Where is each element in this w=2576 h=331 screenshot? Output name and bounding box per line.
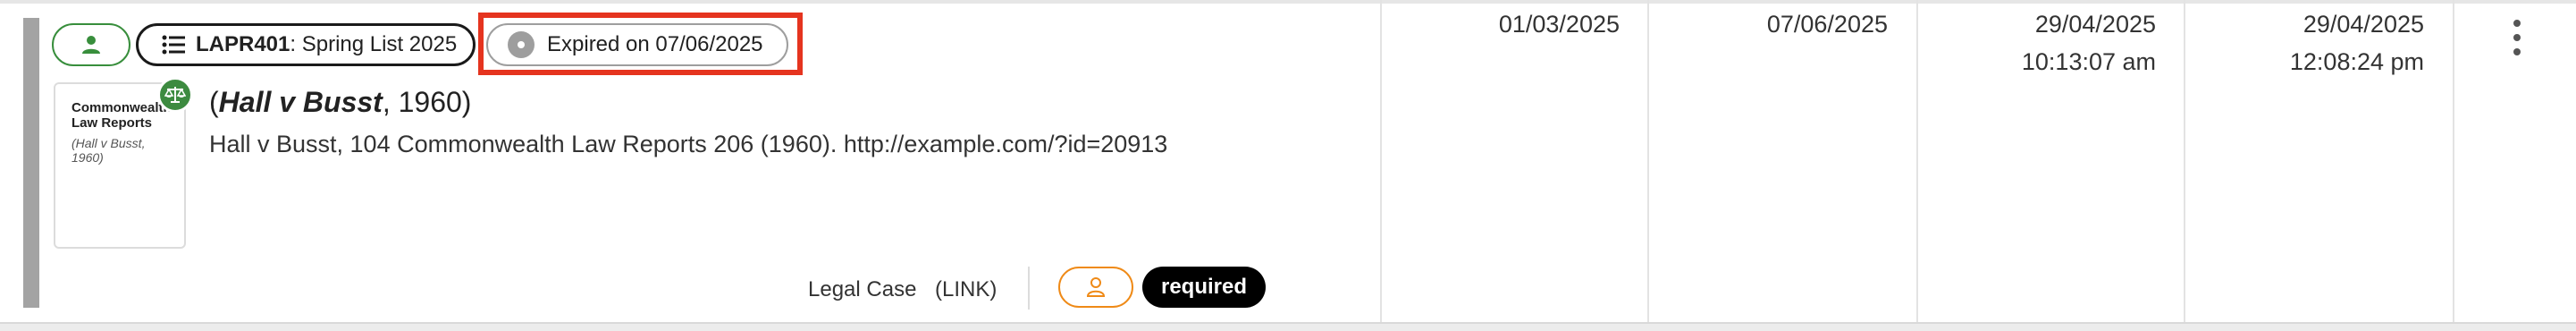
resource-link-label[interactable]: (LINK) — [935, 277, 997, 302]
column-divider — [1647, 0, 1649, 331]
date-cell-col1: 01/03/2025 — [1484, 5, 1620, 43]
assigned-user-pill[interactable] — [52, 23, 130, 66]
row-accent-bar — [23, 18, 39, 308]
resource-citation: Hall v Busst, 104 Commonwealth Law Repor… — [209, 131, 1168, 157]
list-name: Spring List 2025 — [301, 32, 458, 56]
highlight-annotation — [478, 13, 803, 75]
column-divider — [2453, 0, 2454, 331]
scale-icon — [157, 77, 193, 113]
kebab-menu-icon[interactable] — [2506, 20, 2528, 55]
resource-type: Legal Case — [808, 277, 917, 301]
resource-title[interactable]: (Hall v Busst, 1960) — [209, 86, 471, 119]
date-cell-col2: 07/06/2025 — [1752, 5, 1888, 43]
person-icon — [82, 36, 100, 54]
owner-pill[interactable] — [1058, 267, 1133, 308]
column-divider — [2184, 0, 2185, 331]
date-value: 29/04/2025 — [2302, 11, 2424, 38]
thumbnail-subtitle: (Hall v Busst, 1960) — [72, 136, 146, 165]
column-divider — [1916, 0, 1918, 331]
date-value: 07/06/2025 — [1766, 11, 1888, 38]
date-value: 29/04/2025 — [2034, 11, 2156, 38]
date-cell-col3: 29/04/2025 10:13:07 am — [2002, 5, 2156, 81]
required-tag[interactable]: required — [1142, 267, 1266, 308]
row-top-border — [0, 0, 2576, 4]
reading-list-item-row: LAPR401: Spring List 2025 Expired on 07/… — [0, 0, 2576, 331]
list-icon — [162, 35, 185, 55]
time-value: 12:08:24 pm — [2289, 48, 2424, 75]
list-label: LAPR401: Spring List 2025 — [196, 32, 458, 56]
date-cell-col4: 29/04/2025 12:08:24 pm — [2270, 5, 2424, 81]
row-bottom-border — [0, 322, 2576, 331]
list-pill[interactable]: LAPR401: Spring List 2025 — [136, 23, 476, 66]
time-value: 10:13:07 am — [2021, 48, 2156, 75]
resource-title-italic: Hall v Busst — [218, 86, 383, 118]
person-outline-icon — [1086, 277, 1106, 297]
column-divider — [1380, 0, 1382, 331]
list-code: LAPR401 — [196, 32, 290, 56]
divider — [1028, 267, 1030, 310]
date-value: 01/03/2025 — [1498, 11, 1620, 38]
